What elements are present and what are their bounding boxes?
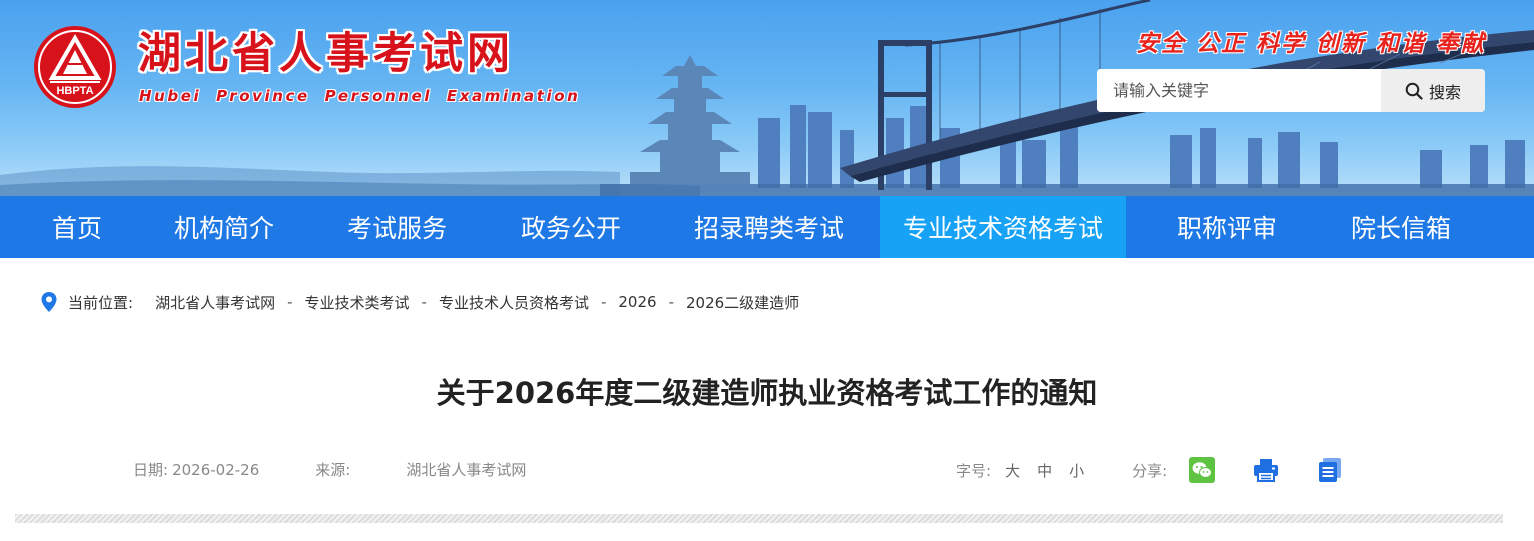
site-logo[interactable]: HBPTA xyxy=(32,24,118,110)
search-box: 搜索 xyxy=(1097,69,1485,112)
source-value: 湖北省人事考试网 xyxy=(406,461,527,479)
site-title[interactable]: 湖北省人事考试网 xyxy=(138,28,514,80)
nav-item-about[interactable]: 机构简介 xyxy=(138,196,310,258)
search-icon xyxy=(1405,82,1423,100)
share-label: 分享: xyxy=(1132,461,1168,480)
nav-item-professional-qualification[interactable]: 专业技术资格考试 xyxy=(880,196,1126,258)
location-pin-icon xyxy=(41,292,57,312)
font-size-small-button[interactable]: 小 xyxy=(1069,460,1084,481)
font-size-large-button[interactable]: 大 xyxy=(1005,460,1020,481)
breadcrumb-link-2026[interactable]: 2026 xyxy=(618,293,656,311)
print-icon[interactable] xyxy=(1251,457,1281,483)
article-divider xyxy=(15,514,1503,523)
nav-item-recruitment-exams[interactable]: 招录聘类考试 xyxy=(658,196,880,258)
article-source: 来源: 湖北省人事考试网 xyxy=(315,461,526,479)
search-button[interactable]: 搜索 xyxy=(1381,69,1485,112)
article-tools: 字号: 大 中 小 分享: xyxy=(956,456,1343,484)
nav-item-home[interactable]: 首页 xyxy=(16,196,138,258)
search-button-label: 搜索 xyxy=(1428,82,1461,102)
date-value: 2026-02-26 xyxy=(172,461,260,479)
font-size-medium-button[interactable]: 中 xyxy=(1037,460,1052,481)
breadcrumb-label: 当前位置: xyxy=(68,293,134,312)
slogan: 安全 公正 科学 创新 和谐 奉献 xyxy=(1135,31,1486,57)
nav-item-exam-services[interactable]: 考试服务 xyxy=(310,196,484,258)
header-banner: HBPTA 湖北省人事考试网 Hubei Province Personnel … xyxy=(0,0,1534,196)
breadcrumb-separator: - xyxy=(668,293,674,311)
breadcrumb-link-professional-exams[interactable]: 专业技术类考试 xyxy=(305,292,410,313)
article-date: 日期: 2026-02-26 xyxy=(133,461,259,479)
breadcrumb-link-home[interactable]: 湖北省人事考试网 xyxy=(155,292,275,313)
breadcrumb-separator: - xyxy=(287,293,293,311)
breadcrumb: 当前位置: 湖北省人事考试网 - 专业技术类考试 - 专业技术人员资格考试 - … xyxy=(40,291,799,313)
nav-item-title-evaluation[interactable]: 职称评审 xyxy=(1126,196,1328,258)
site-subtitle: Hubei Province Personnel Examination xyxy=(139,87,581,105)
copy-icon[interactable] xyxy=(1317,457,1343,483)
breadcrumb-link-qualification-exams[interactable]: 专业技术人员资格考试 xyxy=(439,292,589,313)
font-size-label: 字号: xyxy=(956,461,992,480)
breadcrumb-separator: - xyxy=(421,293,427,311)
date-label: 日期: xyxy=(133,461,169,479)
search-input[interactable] xyxy=(1097,69,1381,112)
nav-item-director-mailbox[interactable]: 院长信箱 xyxy=(1328,196,1474,258)
article-meta: 日期: 2026-02-26 来源: 湖北省人事考试网 xyxy=(133,459,526,480)
nav-item-government-affairs[interactable]: 政务公开 xyxy=(484,196,658,258)
wechat-icon[interactable] xyxy=(1189,457,1216,483)
logo-text: HBPTA xyxy=(56,85,93,97)
article-title: 关于2026年度二级建造师执业资格考试工作的通知 xyxy=(436,376,1098,410)
breadcrumb-separator: - xyxy=(600,293,607,311)
main-nav: 首页 机构简介 考试服务 政务公开 招录聘类考试 专业技术资格考试 职称评审 院… xyxy=(0,196,1534,258)
breadcrumb-link-constructor[interactable]: 2026二级建造师 xyxy=(686,292,799,313)
source-label: 来源: xyxy=(315,461,351,479)
